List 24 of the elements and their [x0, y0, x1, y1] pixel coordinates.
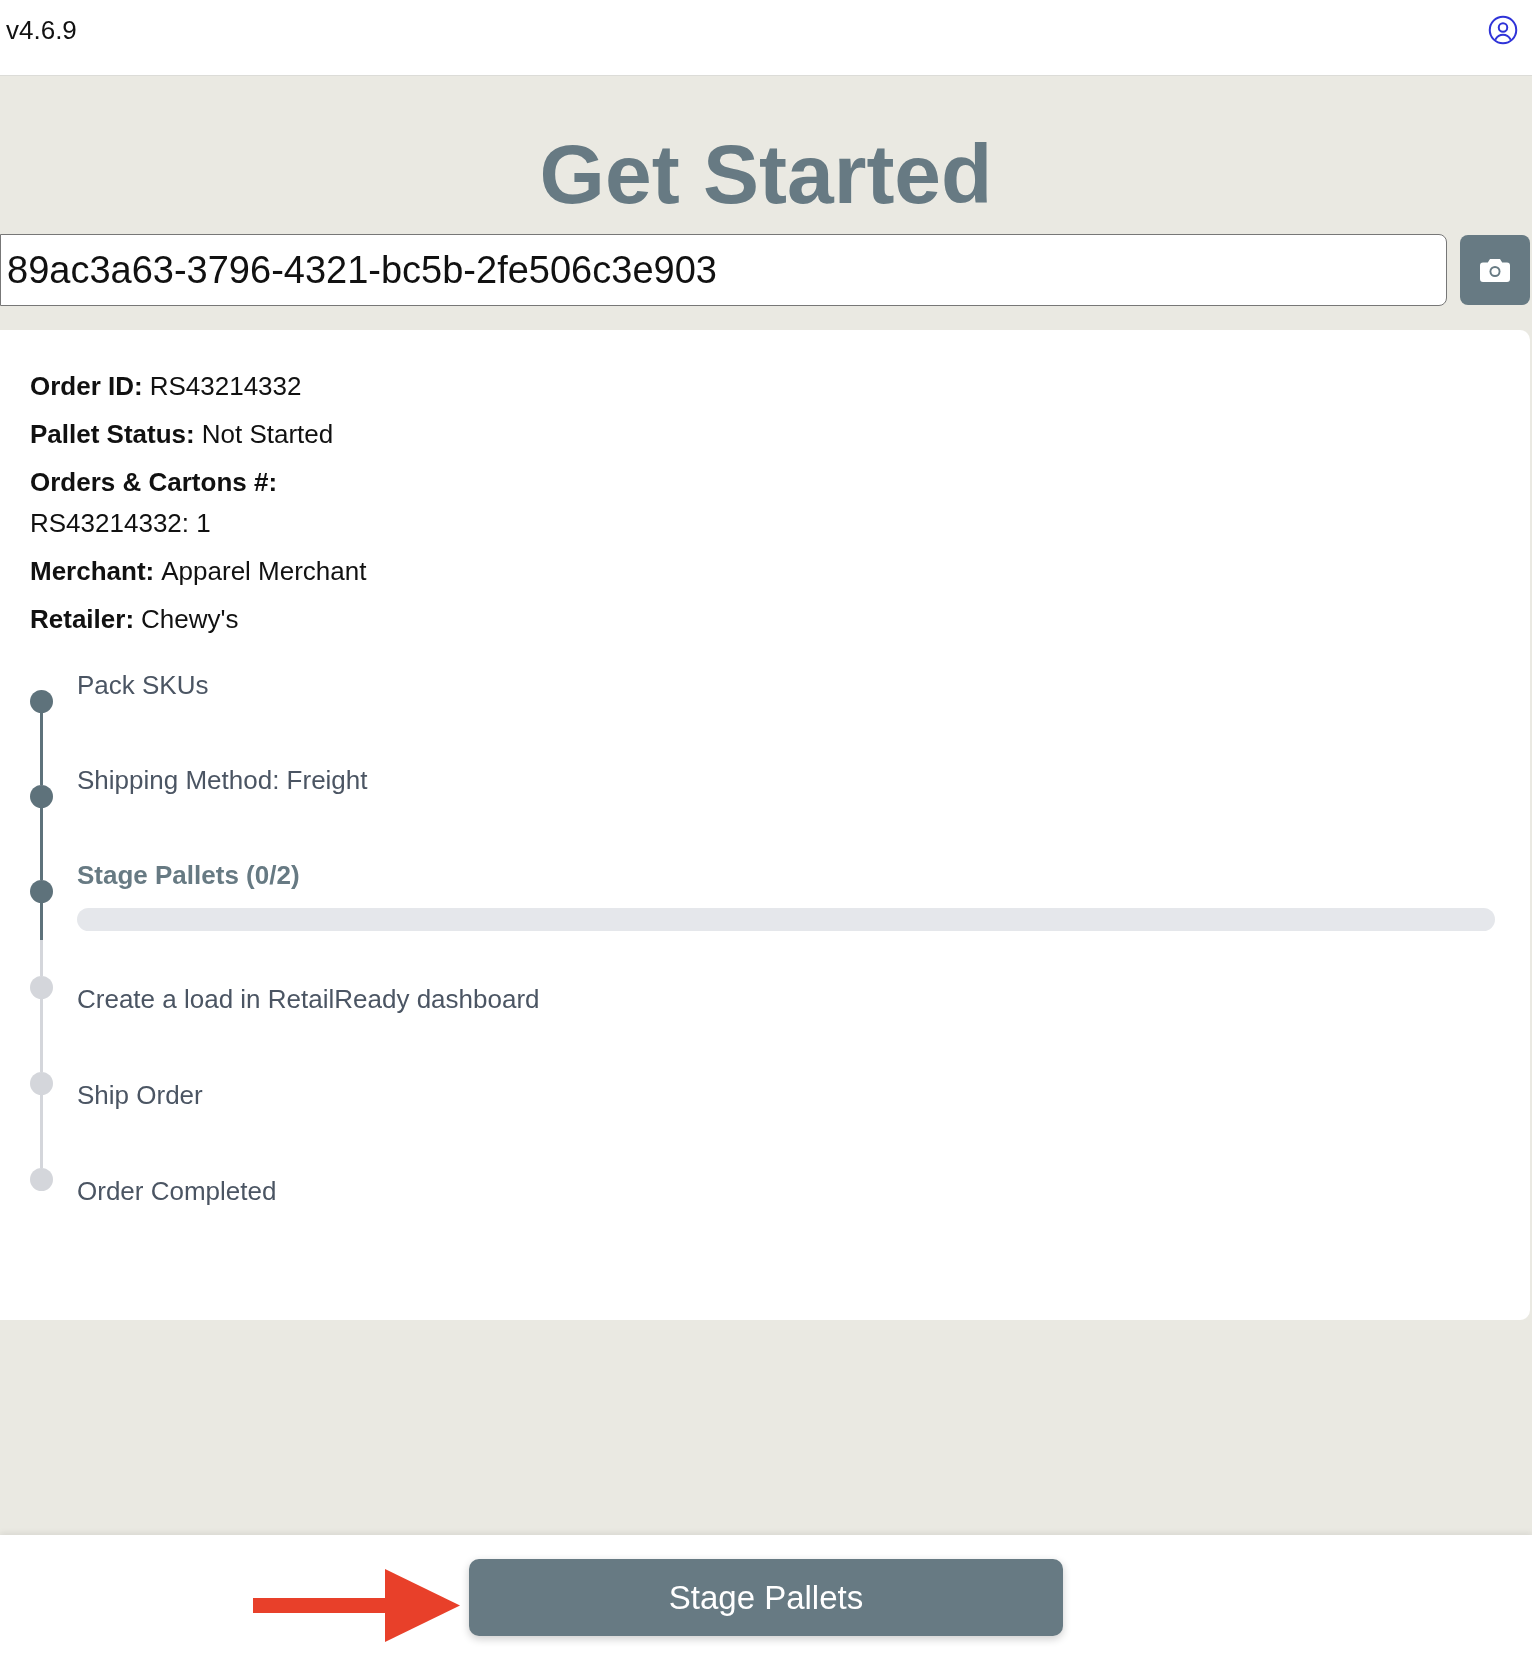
detail-value: Apparel Merchant	[161, 555, 367, 588]
camera-icon	[1480, 258, 1510, 282]
step-label: Order Completed	[77, 1175, 277, 1208]
step-label: Pack SKUs	[77, 669, 209, 702]
pointer-arrow-icon	[253, 1569, 460, 1642]
detail-label: Order ID:	[30, 370, 143, 403]
detail-label: Retailer:	[30, 603, 135, 636]
version-label: v4.6.9	[6, 14, 77, 47]
step-label: Shipping Method: Freight	[77, 764, 368, 797]
detail-value: Chewy's	[141, 603, 239, 636]
detail-value: Not Started	[201, 418, 334, 451]
step-label: Create a load in RetailReady dashboard	[77, 983, 540, 1016]
detail-label: Merchant:	[30, 555, 155, 588]
detail-value: RS43214332	[149, 370, 302, 403]
detail-label: Orders & Cartons #:	[30, 466, 278, 499]
step-label: Ship Order	[77, 1079, 203, 1112]
page-title: Get Started	[539, 132, 993, 216]
stage-pallets-button[interactable]: Stage Pallets	[469, 1559, 1063, 1636]
camera-button[interactable]	[1460, 235, 1530, 305]
detail-value: RS43214332: 1	[30, 507, 211, 540]
detail-label: Pallet Status:	[30, 418, 195, 451]
scan-input-field[interactable]: 89ac3a63-3796-4321-bc5b-2fe506c3e903	[0, 234, 1447, 306]
user-account-icon[interactable]	[1488, 15, 1518, 45]
step-label: Stage Pallets (0/2)	[77, 859, 300, 892]
